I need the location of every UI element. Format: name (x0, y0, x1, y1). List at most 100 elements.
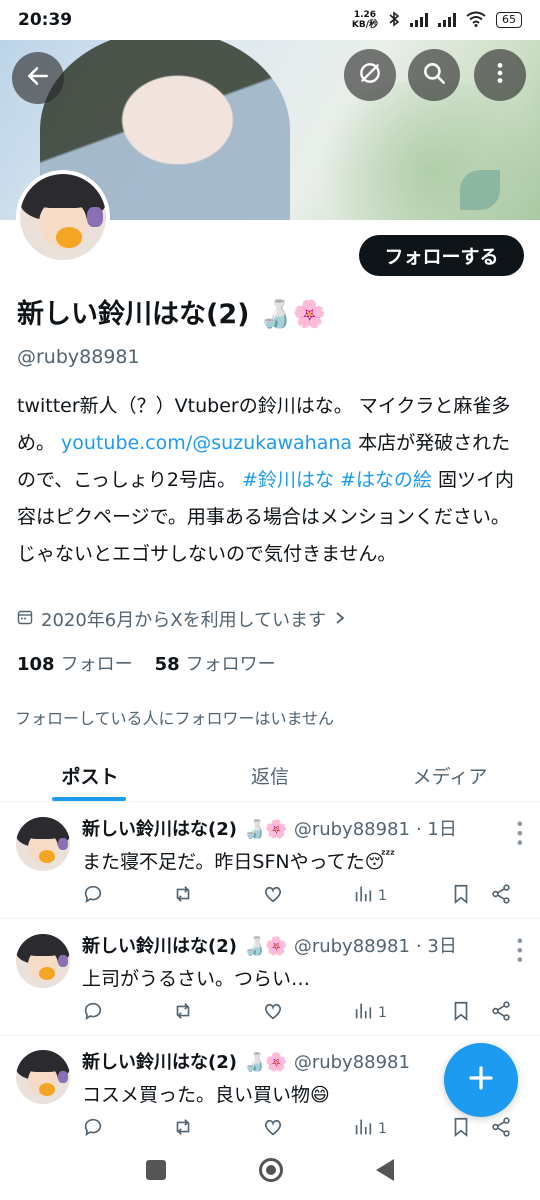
calendar-icon (17, 609, 33, 630)
profile-display-name: 新しい鈴川はな(2) 🍶🌸 (17, 292, 326, 331)
repost-icon (172, 1000, 194, 1026)
like-button[interactable] (262, 1000, 352, 1026)
repost-icon (172, 883, 194, 909)
following-link[interactable]: 108 フォロー (17, 650, 133, 676)
reply-icon (82, 883, 104, 909)
bio-youtube-link[interactable]: youtube.com/@suzukawahana (61, 432, 352, 454)
plus-icon (466, 1063, 496, 1097)
share-icon (490, 1000, 512, 1026)
system-back-button[interactable] (375, 1159, 394, 1181)
display-name-text: 新しい鈴川はな(2) (17, 299, 250, 330)
views-count: 1 (378, 888, 387, 904)
post-more-icon[interactable]: ••• (510, 936, 529, 964)
tab-posts[interactable]: ポスト (0, 750, 180, 801)
heart-icon (262, 1000, 284, 1026)
post-author-emoji: 🍶🌸 (242, 819, 288, 840)
share-button[interactable] (490, 883, 512, 909)
following-label: フォロー (60, 654, 133, 675)
chevron-right-icon (334, 609, 346, 630)
banner-foliage (300, 80, 540, 220)
repost-button[interactable] (172, 883, 262, 909)
bar-chart-icon (352, 1000, 374, 1026)
following-count: 108 (17, 654, 55, 675)
views-button[interactable]: 1 (352, 883, 450, 909)
post-author-handle: @ruby88981 (293, 1052, 410, 1073)
bookmark-button[interactable] (450, 1000, 490, 1026)
back-button[interactable] (12, 52, 64, 104)
share-button[interactable] (490, 1000, 512, 1026)
bookmark-icon (450, 1000, 472, 1026)
status-bar: 20:39 1.26 KB/秒 65 (0, 0, 540, 40)
tab-media[interactable]: メディア (360, 750, 540, 801)
followers-link[interactable]: 58 フォロワー (155, 650, 276, 676)
bar-chart-icon (352, 1116, 374, 1142)
reply-button[interactable] (82, 1116, 172, 1142)
profile-avatar[interactable] (16, 170, 110, 264)
bookmark-button[interactable] (450, 1116, 490, 1142)
follow-button[interactable]: フォローする (359, 235, 524, 276)
follow-counts: 108 フォロー 58 フォロワー (17, 650, 276, 676)
bookmark-icon (450, 883, 472, 909)
post-text: コスメ買った。良い買い物😄 (82, 1084, 330, 1106)
post-author-name: 新しい鈴川はな(2) (82, 819, 237, 840)
search-button[interactable] (408, 49, 460, 101)
bio-hashtag-link[interactable]: #鈴川はな (242, 469, 334, 491)
share-button[interactable] (490, 1116, 512, 1142)
views-button[interactable]: 1 (352, 1000, 450, 1026)
signal-icon (410, 13, 428, 27)
status-time: 20:39 (18, 10, 73, 30)
post-item[interactable]: 新しい鈴川はな(2) 🍶🌸 @ruby88981 · 1日 ••• また寝不足だ… (0, 803, 540, 919)
bookmark-button[interactable] (450, 883, 490, 909)
post-header: 新しい鈴川はな(2) 🍶🌸 @ruby88981 (82, 1048, 410, 1074)
bio-hashtag-link[interactable]: #はなの絵 (340, 469, 432, 491)
signal-icon (438, 13, 456, 27)
tab-replies[interactable]: 返信 (180, 750, 360, 801)
mutual-followers-note: フォローしている人にフォロワーはいません (15, 709, 335, 728)
post-header: 新しい鈴川はな(2) 🍶🌸 @ruby88981 · 1日 (82, 815, 457, 841)
joined-date[interactable]: 2020年6月からXを利用しています (17, 606, 346, 632)
battery-indicator: 65 (496, 12, 522, 28)
profile-handle: @ruby88981 (17, 346, 140, 368)
search-icon (421, 60, 447, 90)
repost-icon (172, 1116, 194, 1142)
views-button[interactable]: 1 (352, 1116, 450, 1142)
reply-icon (82, 1000, 104, 1026)
home-button[interactable] (258, 1158, 283, 1182)
followers-label: フォロワー (185, 654, 276, 675)
repost-button[interactable] (172, 1116, 262, 1142)
post-header: 新しい鈴川はな(2) 🍶🌸 @ruby88981 · 3日 (82, 932, 457, 958)
post-actions: 1 (82, 883, 522, 909)
joined-text: 2020年6月からXを利用しています (41, 610, 327, 631)
post-author-handle: @ruby88981 (293, 936, 410, 957)
post-more-icon[interactable]: ••• (510, 819, 529, 847)
recent-apps-button[interactable] (146, 1160, 167, 1180)
reply-button[interactable] (82, 1000, 172, 1026)
more-button[interactable] (474, 49, 526, 101)
compose-post-button[interactable] (444, 1043, 518, 1117)
network-speed: 1.26 KB/秒 (352, 10, 378, 30)
system-nav-bar (0, 1140, 540, 1200)
share-icon (490, 1116, 512, 1142)
avatar-illustration (20, 174, 106, 260)
profile-tabs: ポスト 返信 メディア (0, 750, 540, 802)
heart-icon (262, 883, 284, 909)
display-name-emoji: 🍶🌸 (258, 299, 327, 330)
repost-button[interactable] (172, 1000, 262, 1026)
reply-button[interactable] (82, 883, 172, 909)
like-button[interactable] (262, 883, 352, 909)
like-button[interactable] (262, 1116, 352, 1142)
post-author-name: 新しい鈴川はな(2) (82, 936, 237, 957)
more-vertical-icon (487, 60, 513, 90)
wifi-icon (466, 11, 486, 30)
post-avatar[interactable] (16, 1050, 70, 1104)
grok-button[interactable] (344, 49, 396, 101)
bluetooth-icon (388, 10, 400, 30)
post-item[interactable]: 新しい鈴川はな(2) 🍶🌸 @ruby88981 · 3日 ••• 上司がうるさ… (0, 920, 540, 1036)
views-count: 1 (378, 1121, 387, 1137)
network-speed-unit: KB/秒 (351, 20, 378, 30)
post-actions: 1 (82, 1116, 522, 1142)
post-avatar[interactable] (16, 817, 70, 871)
post-avatar[interactable] (16, 934, 70, 988)
post-author-emoji: 🍶🌸 (242, 1052, 288, 1073)
post-author-name: 新しい鈴川はな(2) (82, 1052, 237, 1073)
